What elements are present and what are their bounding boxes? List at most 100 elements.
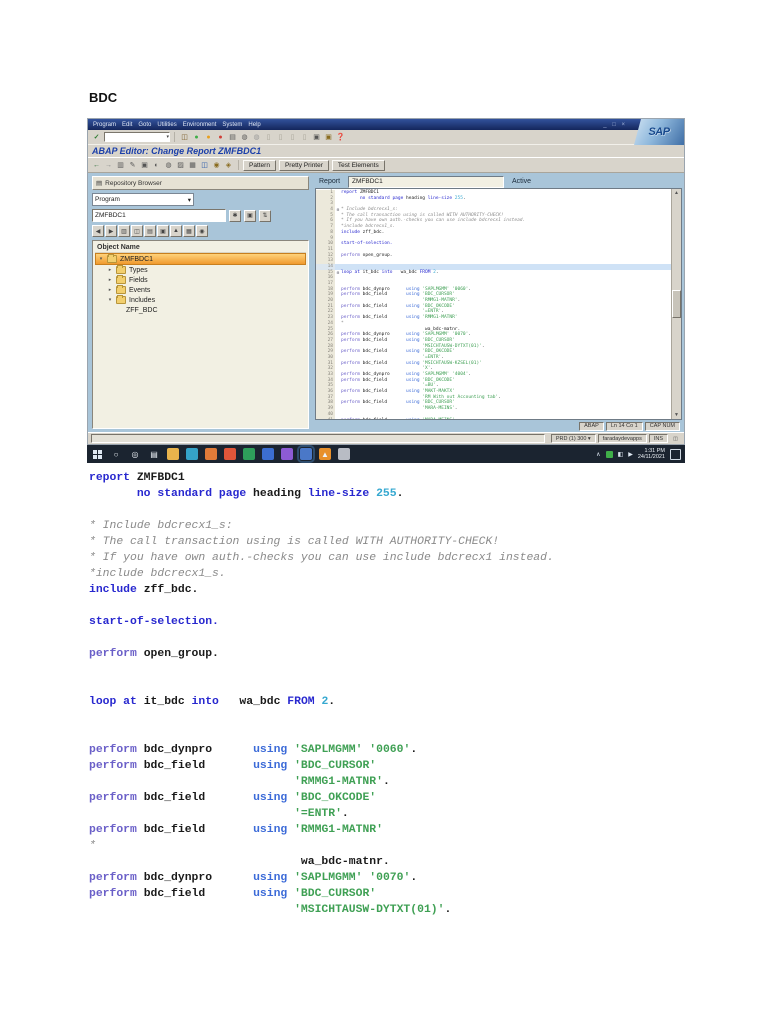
- defender-shield-icon[interactable]: [605, 450, 613, 458]
- scroll-down-icon[interactable]: ▼: [674, 412, 679, 418]
- status-cell[interactable]: PRD (1) 300 ▾: [550, 434, 596, 443]
- shortcut-icon[interactable]: ▣: [323, 131, 334, 143]
- find-next-icon[interactable]: ◍: [251, 131, 262, 143]
- expander-icon[interactable]: ▸: [107, 287, 113, 293]
- next-page-icon[interactable]: ▯: [287, 131, 298, 143]
- task-view-icon[interactable]: ▤: [148, 448, 160, 460]
- object-tree[interactable]: Object Name ▾ ZMFBDC1 ▸ Types ▸ Fields ▸…: [92, 240, 309, 429]
- menu-system[interactable]: System: [222, 122, 242, 128]
- edge-icon[interactable]: [186, 448, 198, 460]
- last-page-icon[interactable]: ▯: [299, 131, 310, 143]
- object-name-input[interactable]: ZMFBDC1: [92, 209, 226, 222]
- tree-toolbar-icon[interactable]: ▲: [170, 225, 182, 237]
- refresh-tree-icon[interactable]: ⇅: [259, 209, 271, 222]
- activate-icon[interactable]: ▨: [175, 159, 186, 171]
- vlc-icon[interactable]: ▲: [319, 448, 331, 460]
- firefox-icon[interactable]: [224, 448, 236, 460]
- scrollbar-thumb[interactable]: [672, 290, 681, 318]
- sap-logon-icon[interactable]: [297, 445, 315, 463]
- matchcode-icon[interactable]: ✱: [229, 209, 241, 222]
- check-icon[interactable]: ◍: [163, 159, 174, 171]
- folder-icon: [116, 275, 126, 284]
- tray-chevron-icon[interactable]: ∧: [596, 451, 600, 458]
- tree-toolbar-icon[interactable]: ▥: [118, 225, 130, 237]
- tree-toolbar-icon[interactable]: ▤: [144, 225, 156, 237]
- tree-item-includes[interactable]: ▾ Includes: [95, 295, 306, 305]
- tree-toolbar-icon[interactable]: ◀: [92, 225, 104, 237]
- expander-icon[interactable]: ▾: [98, 256, 104, 262]
- tree-item-fields[interactable]: ▸ Fields: [95, 275, 306, 285]
- tree-toolbar-icon[interactable]: ▦: [183, 225, 195, 237]
- tree-item-events[interactable]: ▸ Events: [95, 285, 306, 295]
- taskbar-clock[interactable]: 1:31 PM 24/11/2021: [638, 448, 665, 460]
- tree-item-zff_bdc[interactable]: ZFF_BDC: [95, 305, 306, 315]
- chevron-down-icon: ▾: [187, 196, 191, 204]
- enter-icon[interactable]: ✓: [91, 131, 102, 143]
- where-used-icon[interactable]: ▦: [187, 159, 198, 171]
- first-page-icon[interactable]: ▯: [263, 131, 274, 143]
- pretty-printer-button[interactable]: Pretty Printer: [278, 159, 329, 171]
- forward-arrow-icon[interactable]: →: [103, 159, 114, 171]
- pattern-button[interactable]: Pattern: [243, 159, 276, 171]
- find-icon[interactable]: ◍: [239, 131, 250, 143]
- abap-editor-panel: Report ZMFBDC1 Active 1 report ZMFBDC1 2 n…: [313, 173, 684, 432]
- save-icon[interactable]: ◫: [179, 131, 190, 143]
- sap-menu-bar: Program Edit Goto Utilities Environment Syste…: [88, 119, 684, 130]
- start-button[interactable]: [91, 448, 103, 460]
- excel-icon[interactable]: [243, 448, 255, 460]
- app-purple-icon[interactable]: [281, 448, 293, 460]
- display-change-icon[interactable]: ✎: [127, 159, 138, 171]
- back-icon[interactable]: ●: [191, 131, 202, 143]
- cortana-icon[interactable]: ◎: [129, 448, 141, 460]
- back-arrow-icon[interactable]: ←: [91, 159, 102, 171]
- test-icon[interactable]: ▣: [139, 159, 150, 171]
- command-field[interactable]: ▾: [104, 132, 170, 142]
- cancel-icon[interactable]: ●: [215, 131, 226, 143]
- volume-icon[interactable]: ▶: [628, 451, 633, 458]
- exit-icon[interactable]: ●: [203, 131, 214, 143]
- editor-status-cell: Ln 14 Co 1: [605, 421, 643, 431]
- menu-environment[interactable]: Environment: [183, 122, 217, 128]
- app-gray-icon[interactable]: [338, 448, 350, 460]
- repository-browser-header[interactable]: ▤ Repository Browser: [92, 176, 309, 190]
- help-icon[interactable]: ❓: [335, 131, 346, 143]
- sap-content-area: ▤ Repository Browser Program ▾ ZMFBDC1 ✱ ▣…: [88, 173, 684, 432]
- tree-toolbar-icon[interactable]: ◫: [131, 225, 143, 237]
- tree-toolbar-icon[interactable]: ◉: [196, 225, 208, 237]
- editor-vertical-scrollbar[interactable]: ▲ ▼: [671, 189, 681, 419]
- expander-icon[interactable]: ▾: [107, 297, 113, 303]
- tree-toolbar-icon[interactable]: ▶: [105, 225, 117, 237]
- tree-toolbar-icon[interactable]: ▣: [157, 225, 169, 237]
- tree-item-types[interactable]: ▸ Types: [95, 265, 306, 275]
- app-window-icon[interactable]: [205, 448, 217, 460]
- test-elements-button[interactable]: Test Elements: [331, 159, 385, 171]
- other-object-icon[interactable]: ▥: [115, 159, 126, 171]
- expander-icon[interactable]: ▸: [107, 267, 113, 273]
- scroll-up-icon[interactable]: ▲: [674, 190, 679, 196]
- report-status: Active: [512, 178, 532, 185]
- menu-program[interactable]: Program: [93, 122, 116, 128]
- word-icon[interactable]: [262, 448, 274, 460]
- menu-utilities[interactable]: Utilities: [157, 122, 176, 128]
- expander-icon[interactable]: ▸: [107, 277, 113, 283]
- hierarchy-icon[interactable]: ◫: [199, 159, 210, 171]
- code-editor[interactable]: 1 report ZMFBDC1 2 no standard page headin…: [315, 188, 682, 420]
- new-session-icon[interactable]: ▣: [311, 131, 322, 143]
- refresh-icon[interactable]: ◐: [151, 159, 162, 171]
- search-icon[interactable]: ○: [110, 448, 122, 460]
- prev-page-icon[interactable]: ▯: [275, 131, 286, 143]
- menu-edit[interactable]: Edit: [122, 122, 132, 128]
- display-icon[interactable]: ▣: [244, 209, 256, 222]
- report-name-field[interactable]: ZMFBDC1: [348, 175, 505, 188]
- object-type-select[interactable]: Program ▾: [92, 193, 194, 206]
- action-center-icon[interactable]: [670, 448, 681, 460]
- menu-help[interactable]: Help: [248, 122, 260, 128]
- transaction-title-bar: ABAP Editor: Change Report ZMFBDC1: [88, 145, 684, 157]
- network-icon[interactable]: ◧: [618, 451, 624, 458]
- docs-icon[interactable]: ◈: [223, 159, 234, 171]
- tree-item-zmfbdc1[interactable]: ▾ ZMFBDC1: [95, 253, 306, 265]
- info-icon[interactable]: ◉: [211, 159, 222, 171]
- print-icon[interactable]: ▤: [227, 131, 238, 143]
- menu-goto[interactable]: Goto: [138, 122, 151, 128]
- file-explorer-icon[interactable]: [167, 448, 179, 460]
